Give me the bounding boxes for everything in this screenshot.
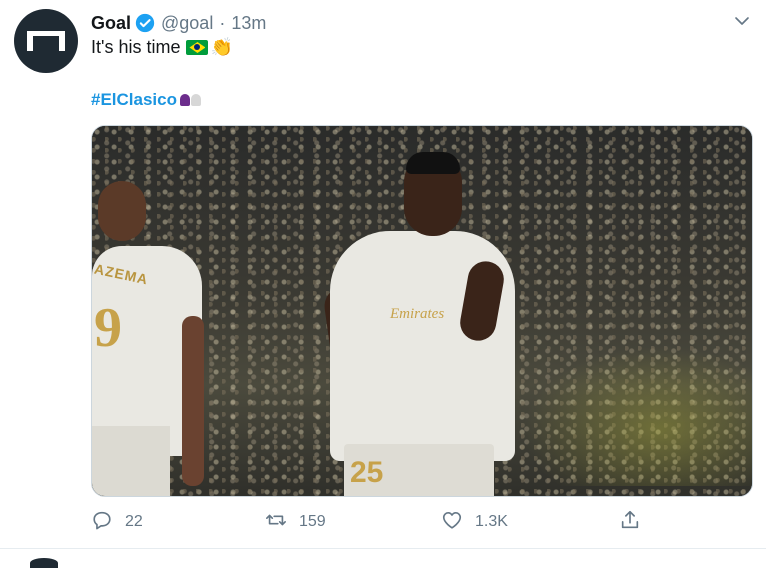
reply-count: 22	[125, 513, 143, 530]
share-button[interactable]	[619, 507, 641, 537]
chevron-down-icon[interactable]	[733, 12, 751, 30]
retweet-icon	[265, 509, 287, 536]
tweet-photo[interactable]: AZEMA 9 Emirates 25	[91, 125, 753, 497]
tweet-text: It's his time 👏	[91, 37, 233, 58]
player-right-hair	[406, 152, 460, 174]
retweet-count: 159	[299, 513, 326, 530]
player-left-number: 9	[94, 297, 122, 359]
clasico-emoji-icon	[180, 92, 202, 108]
clapping-hands-icon: 👏	[210, 37, 233, 57]
tweet-header: Goal @goal · 13m	[91, 11, 266, 35]
avatar[interactable]	[14, 9, 78, 73]
author-handle[interactable]: @goal	[161, 13, 213, 34]
verified-badge-icon	[135, 13, 155, 33]
reply-button[interactable]: 22	[91, 507, 143, 537]
separator-dot: ·	[219, 12, 226, 33]
reply-icon	[91, 509, 113, 536]
tweet-divider	[0, 548, 766, 549]
goal-logo-icon	[27, 31, 65, 51]
retweet-button[interactable]: 159	[265, 507, 326, 537]
brazil-flag-icon	[186, 40, 209, 55]
tweet[interactable]: Goal @goal · 13m It's his time 👏 #ElClas…	[0, 0, 766, 548]
player-right-number: 25	[350, 456, 384, 489]
share-icon	[619, 509, 641, 536]
hashtag-link[interactable]: #ElClasico	[91, 90, 202, 110]
like-count: 1.3K	[475, 513, 508, 530]
next-tweet-avatar[interactable]	[30, 558, 58, 568]
tweet-actions: 22 159 1.3K	[91, 507, 651, 537]
like-button[interactable]: 1.3K	[441, 507, 508, 537]
tweet-text-content: It's his time	[91, 37, 181, 57]
hashtag-text[interactable]: #ElClasico	[91, 90, 177, 110]
timestamp[interactable]: 13m	[231, 13, 266, 34]
player-left-head	[98, 181, 146, 241]
player-left-shorts	[92, 426, 170, 496]
like-icon	[441, 509, 463, 536]
player-left-arm	[182, 316, 204, 486]
author-name[interactable]: Goal	[91, 13, 131, 34]
shirt-sponsor: Emirates	[390, 306, 445, 322]
